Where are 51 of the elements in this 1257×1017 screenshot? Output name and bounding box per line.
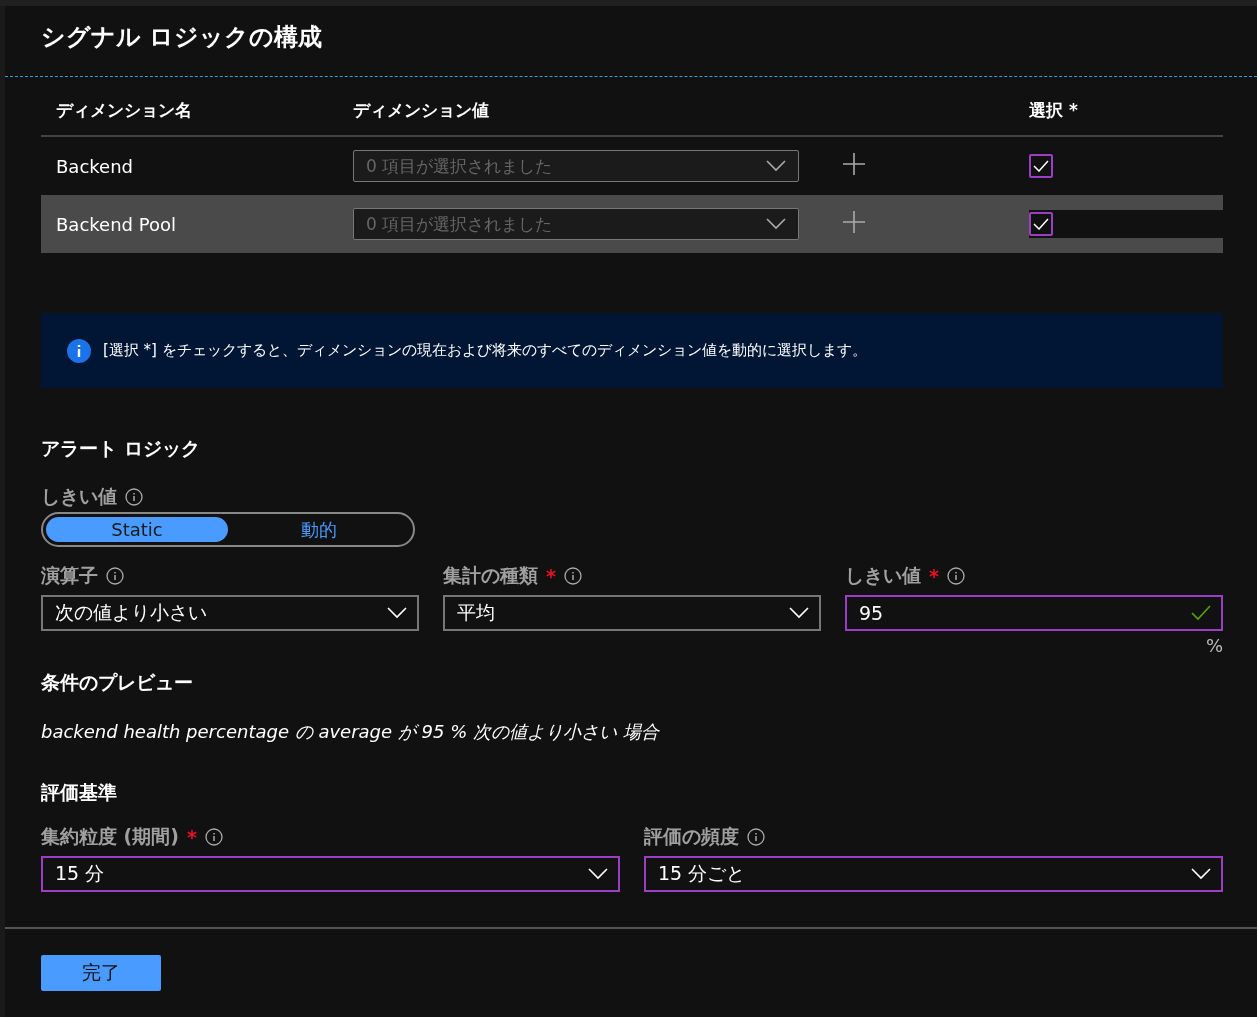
chevron-down-icon bbox=[1191, 868, 1211, 880]
threshold-input[interactable]: 95 bbox=[845, 595, 1223, 631]
unit-label: % bbox=[1205, 635, 1223, 656]
required-asterisk: * bbox=[187, 826, 197, 848]
checkmark-icon bbox=[1033, 218, 1049, 230]
check-icon bbox=[1191, 605, 1211, 621]
section-heading: アラート ロジック bbox=[41, 436, 201, 461]
info-icon bbox=[106, 567, 124, 585]
select-checkbox[interactable] bbox=[1029, 154, 1053, 178]
toggle-option[interactable]: Static bbox=[46, 517, 228, 542]
dropdown[interactable]: 15 分 bbox=[41, 856, 620, 892]
required-asterisk: * bbox=[546, 565, 556, 587]
required-asterisk: * bbox=[929, 565, 939, 587]
dimension-name: Backend bbox=[55, 155, 134, 177]
select-checkbox[interactable] bbox=[1029, 212, 1053, 236]
field-label: 演算子 bbox=[41, 563, 98, 588]
checkmark-icon bbox=[1033, 160, 1049, 172]
chevron-down-icon bbox=[766, 160, 786, 172]
info-icon bbox=[563, 567, 582, 585]
column-header: ディメンション値 bbox=[352, 98, 490, 122]
info-icon bbox=[946, 567, 965, 585]
dimension-name: Backend Pool bbox=[55, 213, 177, 235]
chevron-down-icon bbox=[588, 868, 608, 880]
field-label: しきい値 bbox=[41, 484, 117, 509]
info-icon bbox=[204, 828, 223, 846]
info-icon bbox=[125, 488, 143, 506]
dimension-row[interactable]: Backend 0 項目が選択されました bbox=[41, 137, 1223, 195]
dropdown[interactable]: 平均 bbox=[443, 595, 821, 631]
chevron-down-icon bbox=[766, 218, 786, 230]
chevron-down-icon bbox=[387, 607, 407, 619]
field-label: しきい値 bbox=[845, 563, 921, 588]
toggle-option[interactable]: 動的 bbox=[228, 517, 410, 542]
add-icon[interactable] bbox=[842, 152, 866, 176]
chevron-down-icon bbox=[789, 607, 809, 619]
add-icon[interactable] bbox=[842, 210, 866, 234]
field-label: 集約粒度 (期間) bbox=[41, 824, 179, 849]
done-button[interactable]: 完了 bbox=[41, 955, 161, 991]
dropdown[interactable]: 次の値より小さい bbox=[41, 595, 419, 631]
section-heading: 評価基準 bbox=[41, 780, 118, 805]
column-header: ディメンション名 bbox=[55, 98, 193, 122]
info-text: [選択 *] をチェックすると、ディメンションの現在および将来のすべてのディメンション値を動的に選択します。 bbox=[103, 341, 867, 360]
column-header: 選択 * bbox=[1029, 98, 1079, 122]
section-heading: 条件のプレビュー bbox=[41, 670, 194, 695]
field-label: 評価の頻度 bbox=[644, 824, 739, 849]
dimension-row[interactable]: Backend Pool 0 項目が選択されました bbox=[41, 195, 1223, 253]
dropdown[interactable]: 15 分ごと bbox=[644, 856, 1223, 892]
field-label: 集計の種類 bbox=[443, 563, 538, 588]
info-icon bbox=[747, 828, 765, 846]
condition-preview: backend health percentage の average が 95 % 次の値より小さい 場合 bbox=[41, 720, 661, 744]
panel-title: シグナル ロジックの構成 bbox=[41, 22, 324, 53]
info-icon bbox=[67, 338, 91, 363]
